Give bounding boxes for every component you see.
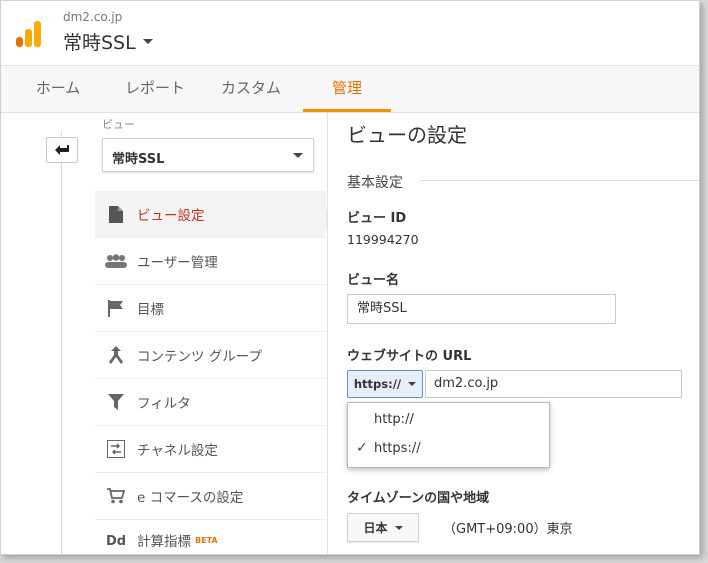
cart-icon <box>95 488 137 504</box>
sidebar-item-label: ユーザー管理 <box>137 255 218 271</box>
app-window: dm2.co.jp 常時SSL ホーム レポート カスタム 管理 ビュー 常時S… <box>0 0 700 555</box>
tab-home[interactable]: ホーム <box>35 66 81 112</box>
protocol-option-http[interactable]: http:// <box>348 406 549 434</box>
protocol-dropdown: http:// ✓ https:// <box>347 402 550 468</box>
flag-icon <box>95 299 137 317</box>
header: dm2.co.jp 常時SSL <box>1 1 699 66</box>
people-icon <box>95 254 137 268</box>
sidebar-item-filters[interactable]: フィルタ <box>95 379 326 426</box>
tab-reports[interactable]: レポート <box>124 66 186 112</box>
svg-text:Dd: Dd <box>106 534 126 547</box>
view-select[interactable]: 常時SSL <box>102 138 314 172</box>
sidebar-item-label: コンテンツ グループ <box>137 349 262 365</box>
sidebar-item-label: 計算指標 <box>137 534 191 550</box>
analytics-logo-icon <box>16 19 44 47</box>
property-selector[interactable]: 常時SSL <box>63 28 153 55</box>
tab-admin[interactable]: 管理 <box>303 66 391 112</box>
column-divider <box>61 131 62 554</box>
website-url-input[interactable]: dm2.co.jp <box>425 370 682 398</box>
view-column: ビュー 常時SSL ビュー設定 ユーザー管理 目標 コンテンツ グループ フィル… <box>1 113 334 554</box>
protocol-select-value: https:// <box>353 377 402 391</box>
view-id-label: ビュー ID <box>347 211 407 226</box>
option-label: http:// <box>374 412 414 427</box>
sidebar-item-view-settings[interactable]: ビュー設定 <box>95 191 326 238</box>
caret-down-icon <box>293 153 303 158</box>
website-url-label: ウェブサイトの URL <box>347 349 472 364</box>
protocol-select[interactable]: https:// <box>347 370 423 398</box>
sidebar-item-content-grouping[interactable]: コンテンツ グループ <box>95 332 326 379</box>
back-arrow-icon <box>55 145 69 155</box>
sidebar-item-label: チャネル設定 <box>137 443 218 459</box>
protocol-option-https[interactable]: ✓ https:// <box>348 435 549 463</box>
sidebar-item-label: 目標 <box>137 302 164 318</box>
sidebar-item-user-management[interactable]: ユーザー管理 <box>95 238 326 285</box>
sidebar-item-label: ビュー設定 <box>137 208 205 224</box>
view-settings-panel: ビューの設定 基本設定 ビュー ID 119994270 ビュー名 常時SSL … <box>327 113 699 554</box>
channel-settings-icon <box>95 440 137 458</box>
tab-custom[interactable]: カスタム <box>220 66 282 112</box>
country-select-value: 日本 <box>363 521 388 535</box>
main-nav: ホーム レポート カスタム 管理 <box>1 66 699 113</box>
section-heading: 基本設定 <box>347 175 403 191</box>
view-select-value: 常時SSL <box>112 152 165 167</box>
content-group-icon <box>95 346 137 364</box>
sidebar-item-goals[interactable]: 目標 <box>95 285 326 332</box>
caret-down-icon <box>142 39 153 44</box>
option-label: https:// <box>374 441 421 456</box>
beta-badge: BETA <box>195 535 218 545</box>
view-name-input[interactable]: 常時SSL <box>347 294 616 324</box>
dd-icon: Dd <box>95 533 137 547</box>
checkmark-icon: ✓ <box>356 440 368 456</box>
caret-down-icon <box>394 525 403 530</box>
caret-down-icon <box>408 382 417 386</box>
section-divider <box>420 180 699 181</box>
sidebar-item-channel-settings[interactable]: チャネル設定 <box>95 426 326 473</box>
back-button[interactable] <box>46 137 78 163</box>
timezone-label: タイムゾーンの国や地域 <box>347 491 490 506</box>
sidebar-item-label: フィルタ <box>137 396 191 412</box>
account-domain: dm2.co.jp <box>63 10 123 24</box>
sidebar-item-ecommerce-settings[interactable]: e コマースの設定 <box>95 473 326 520</box>
property-name: 常時SSL <box>63 32 136 54</box>
page-title: ビューの設定 <box>347 123 467 147</box>
document-icon <box>95 205 137 223</box>
view-caption: ビュー <box>102 118 135 131</box>
country-select[interactable]: 日本 <box>347 513 419 542</box>
view-id-value: 119994270 <box>347 232 419 247</box>
view-name-label: ビュー名 <box>347 273 400 288</box>
filter-icon <box>95 394 137 410</box>
sidebar-item-calculated-metrics[interactable]: Dd 計算指標 BETA <box>95 517 326 554</box>
timezone-value: （GMT+09:00）東京 <box>443 522 573 537</box>
sidebar-item-label: e コマースの設定 <box>137 490 244 506</box>
